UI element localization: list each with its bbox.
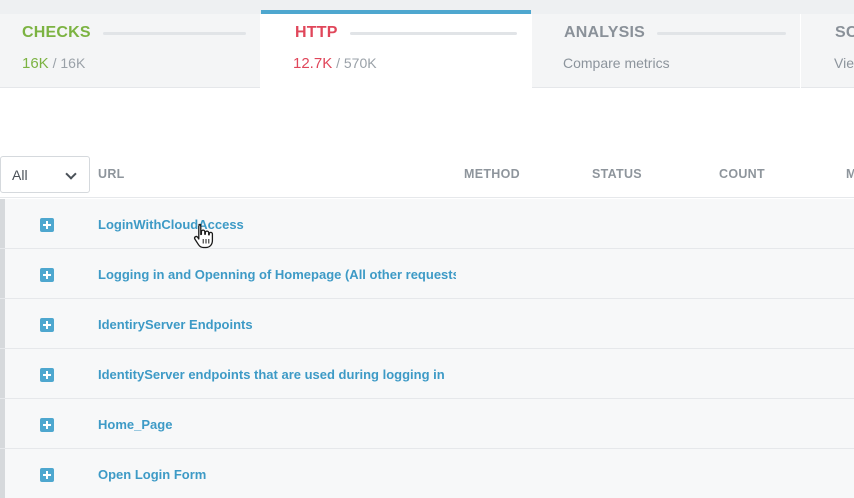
expand-plus-icon[interactable] (40, 318, 54, 332)
tab-http-counts: 12.7K / 570K (293, 55, 377, 72)
expand-plus-icon[interactable] (40, 368, 54, 382)
tab-checks-line (102, 31, 246, 35)
column-header-method[interactable]: METHOD (464, 167, 520, 181)
expand-plus-icon[interactable] (40, 468, 54, 482)
table-row[interactable]: LoginWithCloudAccess (0, 199, 854, 249)
tab-sc-title: SC (835, 24, 854, 41)
group-name[interactable]: IdentityServer endpoints that are used d… (98, 367, 456, 382)
table-row[interactable]: IdentiryServer Endpoints (0, 299, 854, 349)
group-name[interactable]: LoginWithCloudAccess (98, 217, 456, 232)
tab-analysis[interactable]: ANALYSIS Compare metrics (532, 14, 800, 88)
table-row[interactable]: Logging in and Openning of Homepage (All… (0, 249, 854, 299)
table-header: All URL METHOD STATUS COUNT M (0, 156, 854, 198)
column-header-count[interactable]: COUNT (719, 167, 765, 181)
group-list: LoginWithCloudAccess Logging in and Open… (0, 199, 854, 498)
tab-http-line (349, 31, 517, 35)
expand-plus-icon[interactable] (40, 218, 54, 232)
table-row[interactable]: Open Login Form (0, 449, 854, 498)
tab-sc-head: SC (835, 23, 854, 43)
table-row[interactable]: IdentityServer endpoints that are used d… (0, 349, 854, 399)
page: CHECKS 16K / 16K HTTP 12.7K / 570K ANALY… (0, 0, 854, 498)
group-name[interactable]: Logging in and Openning of Homepage (All… (98, 267, 456, 282)
group-name[interactable]: Open Login Form (98, 467, 456, 482)
checks-passed-count: 16K (22, 55, 49, 72)
tab-sc-subtitle: Vie (834, 55, 854, 71)
tab-bar: CHECKS 16K / 16K HTTP 12.7K / 570K ANALY… (0, 10, 854, 88)
column-header-more[interactable]: M (846, 167, 854, 181)
tab-http-title: HTTP (295, 24, 338, 41)
filter-select[interactable]: All (0, 156, 90, 193)
group-name[interactable]: Home_Page (98, 417, 456, 432)
tab-analysis-subtitle: Compare metrics (563, 55, 670, 71)
group-name[interactable]: IdentiryServer Endpoints (98, 317, 456, 332)
http-total-count: 570K (343, 55, 377, 71)
column-header-url[interactable]: URL (98, 167, 125, 181)
tab-analysis-head: ANALYSIS (564, 23, 786, 43)
column-header-status[interactable]: STATUS (592, 167, 642, 181)
expand-plus-icon[interactable] (40, 268, 54, 282)
tab-checks-counts: 16K / 16K (22, 55, 85, 72)
tab-checks-head: CHECKS (22, 23, 246, 43)
expand-plus-icon[interactable] (40, 418, 54, 432)
table-row[interactable]: Home_Page (0, 399, 854, 449)
chevron-down-icon (65, 168, 77, 180)
http-failed-count: 12.7K (293, 55, 333, 72)
tab-analysis-line (657, 31, 786, 35)
filter-select-value: All (12, 166, 28, 183)
tab-http-head: HTTP (295, 23, 517, 43)
tab-http[interactable]: HTTP 12.7K / 570K (261, 10, 531, 88)
tab-analysis-title: ANALYSIS (564, 24, 646, 41)
tab-sc[interactable]: SC Vie (801, 14, 854, 88)
tab-checks[interactable]: CHECKS 16K / 16K (0, 14, 260, 88)
checks-total-count: 16K (60, 55, 86, 71)
checks-separator: / (52, 55, 57, 71)
tab-checks-title: CHECKS (22, 24, 91, 41)
http-separator: / (336, 55, 340, 71)
